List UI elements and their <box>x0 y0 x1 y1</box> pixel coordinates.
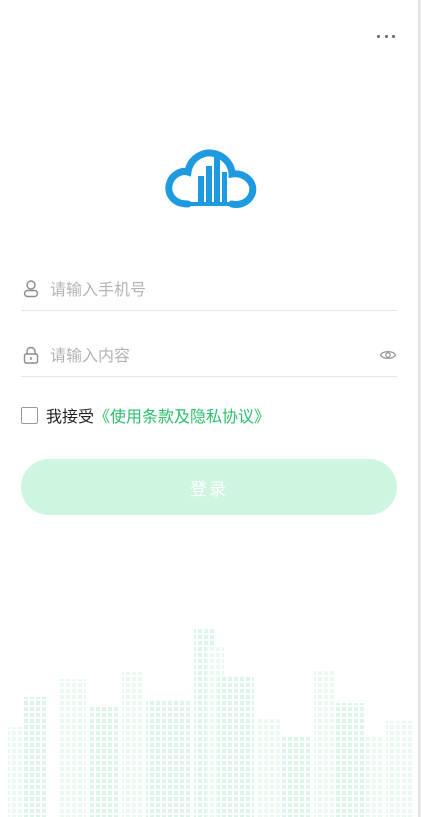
login-page: 我接受 《使用条款及隐私协议》 登录 <box>0 0 421 817</box>
eye-icon[interactable] <box>379 346 397 364</box>
city-skyline-background <box>8 627 412 817</box>
login-button[interactable]: 登录 <box>21 459 397 515</box>
agreement-checkbox[interactable] <box>21 406 38 424</box>
phone-field <box>21 268 397 311</box>
password-field <box>21 334 397 377</box>
lock-icon <box>22 346 40 364</box>
cloud-building-logo <box>165 149 257 208</box>
agreement-prefix: 我接受 <box>46 407 95 426</box>
agreement-row: 我接受 《使用条款及隐私协议》 <box>21 404 270 426</box>
phone-input[interactable] <box>50 279 350 299</box>
more-options-icon[interactable] <box>377 28 395 44</box>
password-input[interactable] <box>50 345 350 365</box>
user-icon <box>22 280 40 298</box>
terms-link[interactable]: 《使用条款及隐私协议》 <box>94 403 270 427</box>
